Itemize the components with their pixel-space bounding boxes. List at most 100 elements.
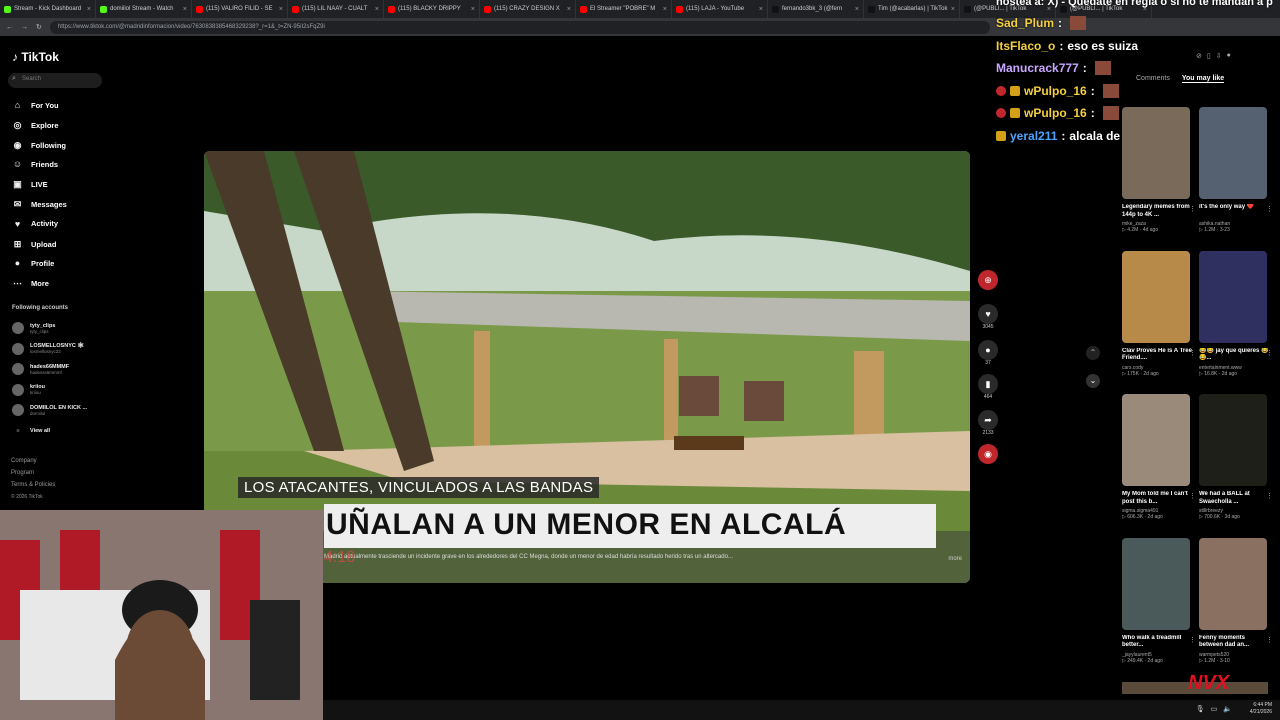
sidebar-item-for-you[interactable]: ⌂ For You xyxy=(12,100,59,110)
download-icon[interactable]: ⇩ xyxy=(1216,52,1222,60)
sidebar-item-upload[interactable]: ⊞ Upload xyxy=(12,239,57,250)
video-thumbnail[interactable] xyxy=(1122,537,1190,630)
browser-tab[interactable]: (115) VALIRO FILID - SE × xyxy=(192,0,288,18)
reload-icon[interactable]: ↻ xyxy=(36,23,42,31)
network-icon[interactable]: ▭ xyxy=(1211,705,1218,713)
following-account[interactable]: tyty_clips tyty_clips xyxy=(12,322,55,334)
phone-icon[interactable]: ▯ xyxy=(1207,52,1211,60)
close-icon[interactable]: × xyxy=(87,6,91,13)
sidebar-item-more[interactable]: ⋯ More xyxy=(12,278,49,289)
circle-slash-icon[interactable]: ⊘ xyxy=(1196,52,1202,60)
more-options-icon[interactable]: ⋮ xyxy=(1266,205,1273,213)
tab-comments[interactable]: Comments xyxy=(1136,75,1170,83)
following-account[interactable]: hades66MMMF hadesss6mmmf xyxy=(12,363,69,375)
close-icon[interactable]: × xyxy=(375,6,379,13)
like-button[interactable]: ♥ 3045 xyxy=(976,304,1000,330)
video-thumbnail[interactable] xyxy=(1122,250,1190,343)
caption-more-link[interactable]: more xyxy=(948,556,962,562)
browser-tab[interactable]: Tim (@acabarlas) | TikTok × xyxy=(864,0,960,18)
sidebar-item-profile[interactable]: ● Profile xyxy=(12,258,55,268)
webcam-overlay xyxy=(0,510,323,720)
tab-favicon-icon xyxy=(292,5,299,13)
close-icon[interactable]: × xyxy=(663,6,667,13)
save-button[interactable]: ▮ 464 xyxy=(976,374,1000,400)
following-account[interactable]: LOSMELLOSNYC 🕸 losmellosnyc22 xyxy=(12,342,84,355)
footer-link[interactable]: Program xyxy=(11,470,34,476)
tab-title: (115) BLACKY DRIPPY xyxy=(398,6,461,12)
sidebar-item-friends[interactable]: ☺ Friends xyxy=(12,159,58,169)
volume-icon[interactable]: 🔈 xyxy=(1223,705,1232,713)
browser-tab[interactable]: (115) LIL NAAY - CUALT × xyxy=(288,0,384,18)
url-field[interactable]: https://www.tiktok.com/@madridinformacio… xyxy=(49,20,990,34)
video-thumbnail[interactable] xyxy=(1122,394,1190,486)
account-handle: losmellosnyc22 xyxy=(30,349,61,354)
search-input[interactable]: ⌕ Search xyxy=(8,73,102,88)
video-thumbnail[interactable] xyxy=(1199,250,1267,343)
video-thumbnail[interactable] xyxy=(1199,107,1267,199)
user-avatar-icon[interactable]: ● xyxy=(1227,52,1231,60)
browser-tab[interactable]: Stream - Kick Dashboard × xyxy=(0,0,96,18)
share-button[interactable]: ➦ 2133 xyxy=(976,410,1000,436)
browser-tab[interactable]: domiilol Stream - Watch × xyxy=(96,0,192,18)
footer-link[interactable]: Company xyxy=(11,458,37,464)
close-icon[interactable]: × xyxy=(183,6,187,13)
sidebar-item-following[interactable]: ◉ Following xyxy=(12,140,66,151)
recommended-video-card[interactable]: it's the only way ❤️ ashika.nathan ▷ 1.2M … xyxy=(1199,107,1273,233)
recommended-video-card[interactable]: We had a BALL at Swaecholla ... stillrbre… xyxy=(1199,394,1273,520)
following-account[interactable]: kriiou kriiou xyxy=(12,383,45,396)
recommended-video-card[interactable]: My Mom told me I can't post this b... sig… xyxy=(1122,394,1196,520)
comment-button[interactable]: ● 37 xyxy=(976,340,1000,366)
tab-you-may-like[interactable]: You may like xyxy=(1181,75,1225,83)
sidebar-item-live[interactable]: ▣ LIVE xyxy=(12,179,47,190)
back-icon[interactable]: ← xyxy=(6,24,13,31)
close-icon[interactable]: × xyxy=(951,6,955,13)
sidebar-item-activity[interactable]: ♥ Activity xyxy=(12,219,58,229)
sidebar-item-explore[interactable]: ◎ Explore xyxy=(12,120,59,131)
more-options-icon[interactable]: ⋮ xyxy=(1189,205,1196,213)
sidebar-item-label: Explore xyxy=(31,120,59,130)
recommended-video-card[interactable]: Clav Proves He is A Tree Friend.... cars.… xyxy=(1122,250,1196,377)
more-options-icon[interactable]: ⋮ xyxy=(1266,492,1273,500)
sound-disc[interactable]: ◉ xyxy=(976,444,1000,464)
close-icon[interactable]: × xyxy=(855,6,859,13)
next-video-button[interactable]: ⌄ xyxy=(1086,374,1100,388)
recommended-video-card[interactable]: Who walk a treadmill better... _jayylaure… xyxy=(1122,537,1196,664)
chat-username: yeral211 xyxy=(1010,129,1058,143)
close-icon[interactable]: × xyxy=(759,6,763,13)
more-options-icon[interactable]: ⋮ xyxy=(1189,349,1196,357)
following-account[interactable]: DOMIILOL EN KICK ... domiilol xyxy=(12,404,87,416)
sidebar-item-messages[interactable]: ✉ Messages xyxy=(12,199,67,210)
recommended-video-card[interactable]: Fenny moments between dad an... warmpets5… xyxy=(1199,537,1273,664)
tiktok-logo[interactable]: ♪ TikTok xyxy=(12,50,59,64)
video-thumbnail[interactable] xyxy=(1199,537,1267,630)
recommended-video-card[interactable]: 😂😂 jay que quieres 😂😂... entertainment.ww… xyxy=(1199,250,1273,377)
tiktok-sidebar: ♪ TikTok ⌕ Search ⌂ For You ◎ Explore ◉ Follow… xyxy=(0,36,130,516)
close-icon[interactable]: × xyxy=(471,6,475,13)
chat-separator: : xyxy=(1058,16,1063,30)
comment-icon: ● xyxy=(978,340,998,360)
comment-count: 37 xyxy=(985,360,991,366)
share-icon: ➦ xyxy=(978,410,998,430)
view-all-link[interactable]: ≡ View all xyxy=(12,428,50,434)
video-thumbnail[interactable] xyxy=(1199,394,1267,486)
more-options-icon[interactable]: ⋮ xyxy=(1266,636,1273,644)
close-icon[interactable]: × xyxy=(567,6,571,13)
previous-video-button[interactable]: ⌃ xyxy=(1086,346,1100,360)
browser-tab[interactable]: (115) LAJA - YouTube × xyxy=(672,0,768,18)
close-icon[interactable]: × xyxy=(279,6,283,13)
video-thumbnail[interactable] xyxy=(1122,107,1190,199)
browser-tab[interactable]: fernando3bk_3 (@fern × xyxy=(768,0,864,18)
recommended-video-card[interactable]: Legendary memes from 144p to 4K ... mike_… xyxy=(1122,107,1196,233)
more-options-icon[interactable]: ⋮ xyxy=(1189,492,1196,500)
browser-tab[interactable]: (115) CRAZY DESIGN X × xyxy=(480,0,576,18)
mic-icon[interactable]: 🎙 xyxy=(1196,705,1205,713)
browser-tab[interactable]: El Streamer "POBRE" M × xyxy=(576,0,672,18)
forward-icon[interactable]: → xyxy=(21,24,28,31)
creator-avatar[interactable]: ⊕ xyxy=(976,270,1000,290)
footer-link[interactable]: Terms & Policies xyxy=(11,482,55,488)
taskbar-clock[interactable]: 6:44 PM 4/21/2026 xyxy=(1250,702,1272,716)
browser-tab[interactable]: (115) BLACKY DRIPPY × xyxy=(384,0,480,18)
chat-message: Manucrack777: xyxy=(996,61,1111,75)
more-options-icon[interactable]: ⋮ xyxy=(1266,349,1273,357)
more-options-icon[interactable]: ⋮ xyxy=(1189,636,1196,644)
